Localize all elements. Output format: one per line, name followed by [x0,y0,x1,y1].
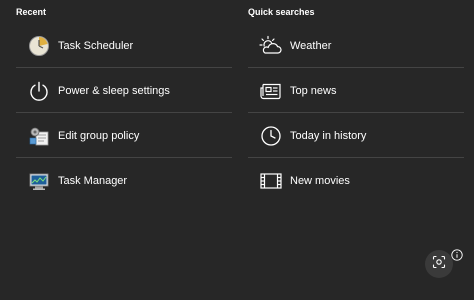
info-button[interactable] [451,248,463,261]
task-scheduler-icon [26,33,52,59]
quick-search-new-movies[interactable]: New movies [248,159,464,203]
info-icon [451,248,463,265]
recent-item-power-sleep[interactable]: Power & sleep settings [16,69,232,113]
recent-item-label: Power & sleep settings [58,85,170,97]
task-manager-icon [26,168,52,194]
recent-item-label: Task Scheduler [58,40,134,52]
group-policy-icon [26,123,52,149]
clock-icon [258,123,284,149]
quick-searches-heading: Quick searches [248,7,315,17]
quick-search-label: Today in history [290,130,367,142]
quick-search-weather[interactable]: Weather [248,24,464,68]
quick-search-label: New movies [290,175,350,187]
recent-item-task-manager[interactable]: Task Manager [16,159,232,203]
film-icon [258,168,284,194]
quick-search-label: Weather [290,40,332,52]
visual-search-button[interactable] [425,250,453,278]
weather-icon [258,33,284,59]
screenshot-lens-icon [432,255,446,274]
recent-item-label: Task Manager [58,175,128,187]
quick-search-label: Top news [290,85,337,97]
news-icon [258,78,284,104]
quick-search-top-news[interactable]: Top news [248,69,464,113]
search-home-panel: Recent Task Scheduler Power & sleep sett… [0,0,474,300]
quick-search-today-in-history[interactable]: Today in history [248,114,464,158]
recent-item-edit-group-policy[interactable]: Edit group policy [16,114,232,158]
power-icon [26,78,52,104]
recent-item-label: Edit group policy [58,130,140,142]
recent-heading: Recent [16,7,47,17]
recent-item-task-scheduler[interactable]: Task Scheduler [16,24,232,68]
